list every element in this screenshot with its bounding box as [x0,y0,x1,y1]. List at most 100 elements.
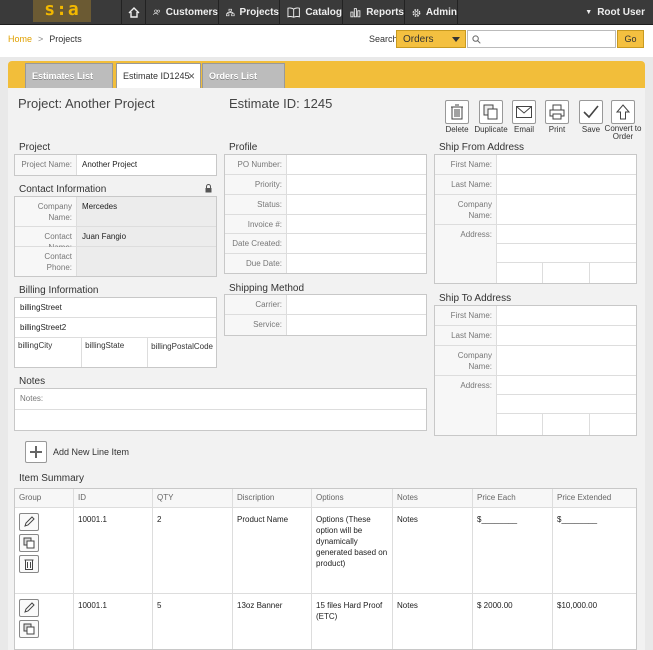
service-field[interactable] [287,315,426,335]
invoice-label: Invoice #: [225,215,287,233]
status-field[interactable] [287,195,426,214]
estimate-title: Estimate ID: 1245 [229,96,333,111]
billing-box: billingStreet billingStreet2 billingCity… [14,297,217,368]
column-header: ID [74,489,153,507]
lock-icon[interactable] [205,184,212,193]
billing-state-field[interactable]: billingState [82,338,149,367]
nav-customers[interactable]: Customers [145,0,218,25]
cell-price-extended: $________ [557,515,598,524]
group-actions [15,594,74,649]
billing-postal-field[interactable]: billingPostalCode [148,338,216,367]
ship-to-address-label: Address: [435,376,497,435]
ship-to-first-field[interactable] [497,306,636,325]
po-number-label: PO Number: [225,155,287,174]
ship-to-last-label: Last Name: [435,326,497,345]
nav-projects-label: Projects [239,7,279,18]
gear-icon [412,8,421,17]
convert-to-order-button[interactable]: Convert to Order [603,100,643,141]
cell-notes: Notes [393,508,473,593]
column-header: Price Extended [557,493,612,502]
ship-to-state[interactable] [543,414,590,435]
ship-from-city[interactable] [497,263,543,283]
ship-from-first-field[interactable] [497,155,636,174]
ship-to-last-field[interactable] [497,326,636,345]
carrier-label: Carrier: [225,295,287,314]
save-label: Save [581,125,601,134]
edit-pencil-icon[interactable] [19,599,39,617]
copy-icon[interactable] [19,620,39,638]
priority-field[interactable] [287,175,426,194]
breadcrumb-current: Projects [49,34,82,44]
copy-icon[interactable] [19,534,39,552]
carrier-field[interactable] [287,295,426,314]
project-name-field[interactable]: Another Project [77,155,216,175]
top-nav-bar: s:a Customers Projects Catalog Reports A… [0,0,653,25]
profile-box: PO Number: Priority: Status: Invoice #: … [224,154,427,274]
contact-name-field[interactable]: Juan Fangio [77,227,216,246]
search-input[interactable] [467,30,616,48]
tab-estimates-list[interactable]: Estimates List [25,63,113,88]
ship-from-last-field[interactable] [497,175,636,194]
ship-from-address-label: Address: [435,225,497,283]
ship-to-section-title: Ship To Address [439,293,512,304]
company-name-field[interactable]: Mercedes [77,197,216,226]
billing-city-field[interactable]: billingCity [15,338,83,367]
ship-to-company-field[interactable] [497,346,636,375]
invoice-field[interactable] [287,215,426,233]
search-scope-select[interactable]: Orders [396,30,466,48]
cell-qty[interactable]: 2 [153,508,233,593]
chevron-down-icon: ▼ [585,9,593,16]
trash-icon[interactable] [19,555,39,573]
edit-pencil-icon[interactable] [19,513,39,531]
billing-street2-field[interactable]: billingStreet2 [15,318,216,337]
ship-from-company-field[interactable] [497,195,636,224]
cell-qty[interactable]: 5 [153,594,233,649]
column-header: Discription [233,489,312,507]
service-label: Service: [225,315,287,335]
nav-reports[interactable]: Reports [342,0,404,25]
email-label: Email [513,125,534,134]
due-date-field[interactable] [287,254,426,273]
user-name: Root User [597,7,645,18]
ship-from-box: First Name: Last Name: Company Name: Add… [434,154,637,284]
close-icon[interactable]: × [188,69,195,83]
billing-street-field[interactable]: billingStreet [15,298,216,317]
nav-home[interactable] [121,0,145,25]
ship-to-address-line2[interactable] [497,395,636,414]
contact-name-label: Contact Name: [15,227,77,252]
table-header: Group ID QTY Discription Options Notes P… [15,489,636,508]
duplicate-label: Duplicate [474,125,508,134]
nav-customers-label: Customers [165,7,218,18]
trash-icon [445,100,469,124]
ship-from-state[interactable] [543,263,590,283]
ship-to-address-group [497,376,636,435]
nav-catalog[interactable]: Catalog [279,0,342,25]
ship-from-postal[interactable] [590,263,636,283]
users-icon [153,9,160,16]
tab-estimate-detail[interactable]: Estimate ID1245 × [116,63,201,88]
cell-options: Options (These option will be dynamicall… [312,508,393,593]
date-created-field[interactable] [287,234,426,253]
search-go-button[interactable]: Go [617,30,644,48]
bar-chart-icon [350,8,361,18]
convert-label: Convert to Order [604,124,642,141]
breadcrumb-home-link[interactable]: Home [8,34,32,44]
ship-to-postal[interactable] [590,414,636,435]
contact-phone-field[interactable] [77,247,216,276]
tab-orders-list[interactable]: Orders List [202,63,285,88]
add-line-item-button[interactable]: Add New Line Item [25,441,129,463]
nav-admin[interactable]: Admin [404,0,458,25]
book-icon [287,7,300,18]
notes-box: Notes: [14,388,427,431]
user-menu[interactable]: ▼ Root User [585,0,645,25]
app-logo[interactable]: s:a [33,0,91,22]
ship-from-address-line1[interactable] [497,225,636,244]
ship-to-city[interactable] [497,414,543,435]
notes-label: Notes: [20,394,44,403]
ship-to-address-line1[interactable] [497,376,636,395]
due-date-label: Due Date: [225,254,287,273]
nav-projects[interactable]: Projects [218,0,279,25]
notes-field[interactable] [15,410,426,430]
po-number-field[interactable] [287,155,426,174]
ship-from-address-line2[interactable] [497,244,636,263]
